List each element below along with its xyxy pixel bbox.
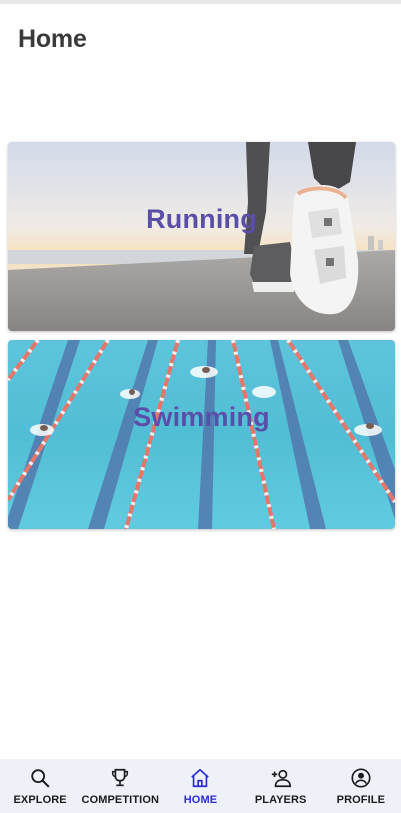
nav-item-explore[interactable]: EXPLORE: [0, 759, 80, 806]
nav-item-players[interactable]: PLAYERS: [241, 759, 321, 806]
search-icon: [31, 769, 50, 788]
image-overlay: [8, 340, 395, 529]
card-title-swimming: Swimming: [133, 402, 270, 432]
nav-item-competition[interactable]: COMPETITION: [80, 759, 160, 806]
nav-label-home: HOME: [183, 794, 218, 806]
card-title-running: Running: [146, 204, 257, 234]
nav-label-explore: EXPLORE: [13, 794, 67, 806]
nav-label-profile: PROFILE: [336, 794, 386, 806]
image-overlay: [8, 142, 395, 331]
bottom-navigation: EXPLORE COMPETITION HOME PLAYERS PROFILE: [0, 759, 401, 813]
page-title: Home: [18, 25, 87, 53]
home-icon: [191, 768, 210, 788]
nav-label-players: PLAYERS: [254, 794, 307, 806]
nav-item-home[interactable]: HOME: [160, 759, 240, 806]
status-strip: [0, 0, 401, 4]
nav-item-profile[interactable]: PROFILE: [321, 759, 401, 806]
sport-card-swimming[interactable]: Swimming: [8, 340, 395, 529]
trophy-icon: [112, 768, 129, 787]
nav-label-competition: COMPETITION: [81, 794, 160, 806]
sport-card-running[interactable]: Running: [8, 142, 395, 331]
account-circle-icon: [351, 768, 371, 788]
add-person-icon: [271, 769, 291, 788]
